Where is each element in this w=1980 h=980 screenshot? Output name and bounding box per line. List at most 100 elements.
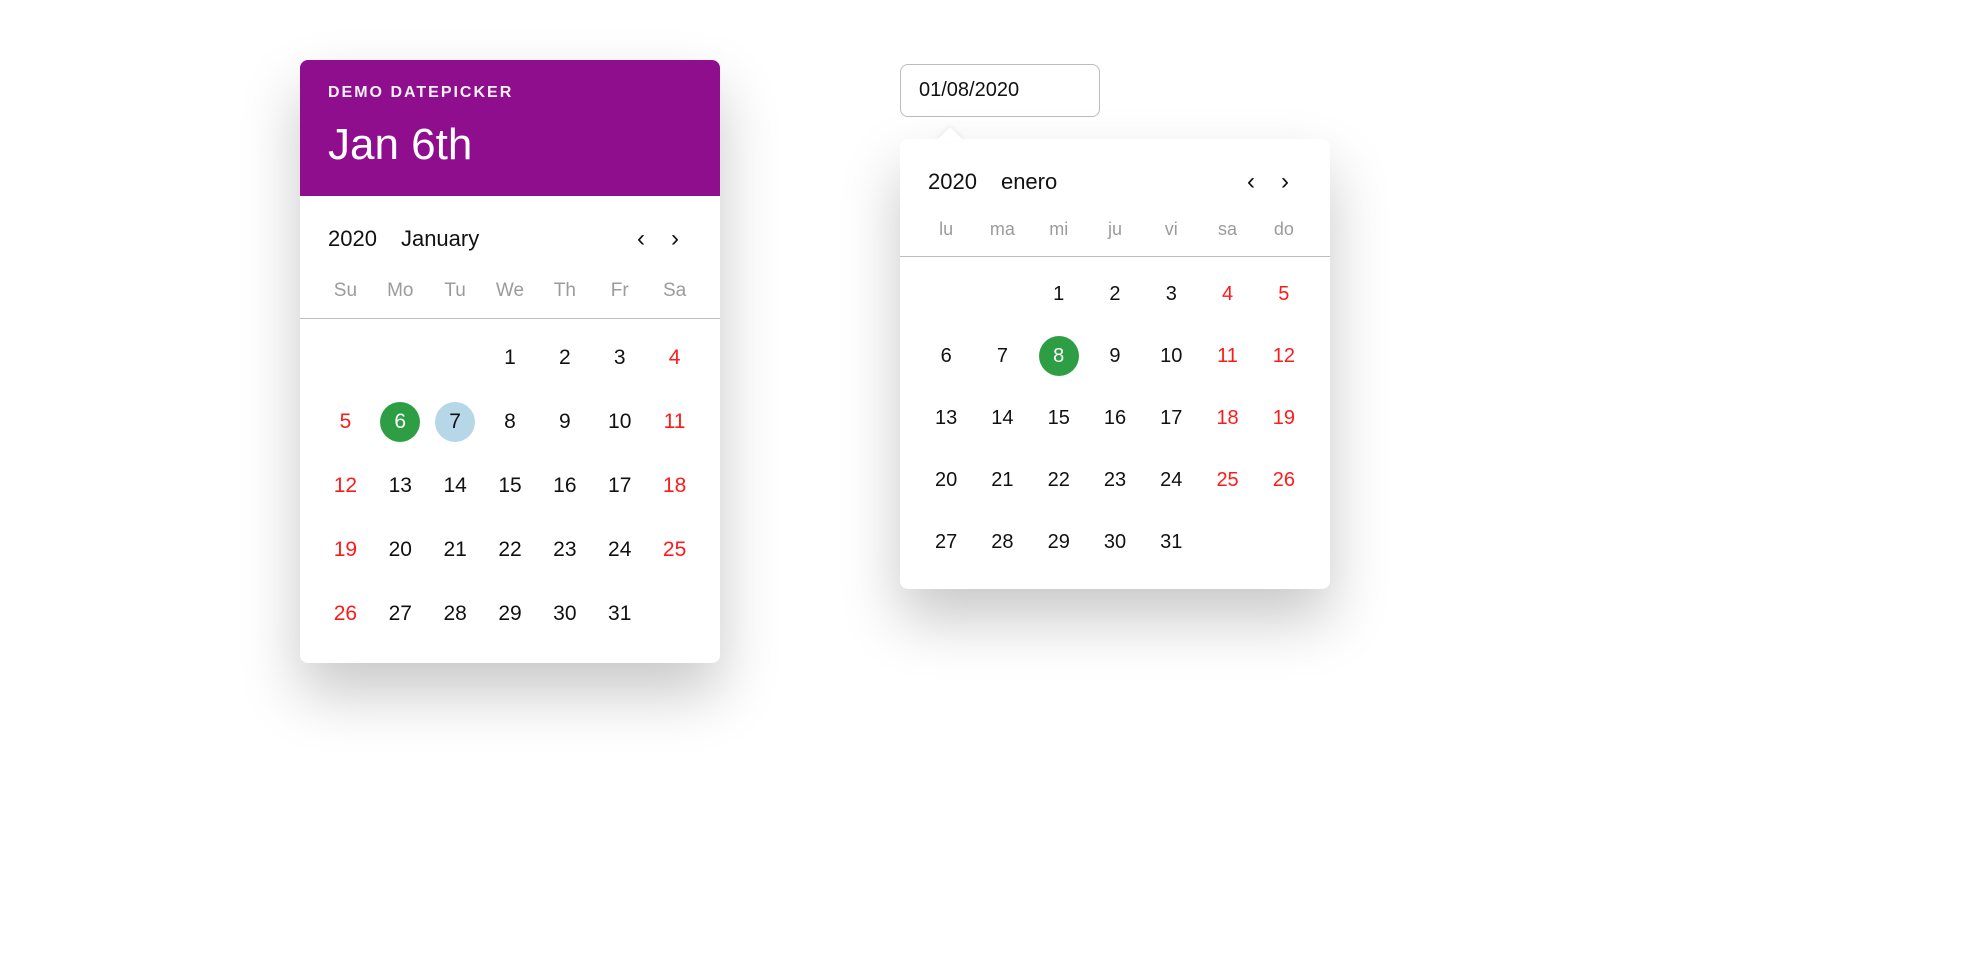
calendar-day[interactable]: 19 (1256, 397, 1312, 439)
calendar-day[interactable]: 28 (974, 521, 1030, 563)
calendar-day[interactable]: 31 (1143, 521, 1199, 563)
calendar-day[interactable]: 13 (918, 397, 974, 439)
day-number: 17 (608, 474, 631, 498)
calendar-day[interactable]: 20 (918, 459, 974, 501)
calendar-day-empty (974, 273, 1030, 315)
day-number: 31 (608, 602, 631, 626)
day-number: 24 (1160, 469, 1182, 492)
day-number: 12 (1273, 345, 1295, 368)
calendar-day[interactable]: 17 (1143, 397, 1199, 439)
calendar-day[interactable]: 4 (1199, 273, 1255, 315)
calendar-day[interactable]: 11 (1199, 335, 1255, 377)
calendar-day[interactable]: 2 (1087, 273, 1143, 315)
calendar-day[interactable]: 6 (373, 401, 428, 443)
day-number: 6 (941, 345, 952, 368)
calendar-day[interactable]: 30 (1087, 521, 1143, 563)
calendar-day[interactable]: 22 (1031, 459, 1087, 501)
day-number: 15 (498, 474, 521, 498)
day-number: 20 (389, 538, 412, 562)
day-number: 28 (991, 531, 1013, 554)
day-number: 23 (1104, 469, 1126, 492)
calendar-day[interactable]: 27 (373, 593, 428, 635)
month-selector[interactable]: enero (1001, 169, 1234, 195)
calendar-day[interactable]: 26 (1256, 459, 1312, 501)
day-number: 28 (443, 602, 466, 626)
calendar-day[interactable]: 22 (483, 529, 538, 571)
calendar-day[interactable]: 7 (428, 401, 483, 443)
calendar-day[interactable]: 11 (647, 401, 702, 443)
calendar-day[interactable]: 20 (373, 529, 428, 571)
calendar-day[interactable]: 27 (918, 521, 974, 563)
calendar-day[interactable]: 14 (974, 397, 1030, 439)
calendar-day[interactable]: 26 (318, 593, 373, 635)
day-number: 18 (1216, 407, 1238, 430)
calendar-day[interactable]: 30 (537, 593, 592, 635)
day-number: 3 (1166, 283, 1177, 306)
calendar-day[interactable]: 6 (918, 335, 974, 377)
calendar-day[interactable]: 1 (483, 337, 538, 379)
calendar-week-row: 19 20 2122232425 (318, 529, 702, 571)
calendar-day-empty (373, 337, 428, 379)
year-selector[interactable]: 2020 (928, 169, 977, 195)
calendar-day[interactable]: 3 (1143, 273, 1199, 315)
calendar-day[interactable]: 2 (537, 337, 592, 379)
calendar-day[interactable]: 18 (647, 465, 702, 507)
calendar-day[interactable]: 24 (1143, 459, 1199, 501)
calendar-day[interactable]: 15 (1031, 397, 1087, 439)
calendar-day[interactable]: 5 (318, 401, 373, 443)
calendar-day[interactable]: 19 (318, 529, 373, 571)
calendar-day[interactable]: 24 (592, 529, 647, 571)
calendar-day[interactable]: 25 (1199, 459, 1255, 501)
day-number: 1 (1053, 283, 1064, 306)
calendar-day[interactable]: 1 (1031, 273, 1087, 315)
weekday-label: Mo (373, 274, 428, 308)
calendar-day[interactable]: 18 (1199, 397, 1255, 439)
calendar-day[interactable]: 14 (428, 465, 483, 507)
date-input[interactable] (900, 64, 1100, 117)
calendar-day[interactable]: 12 (1256, 335, 1312, 377)
calendar-week-row: 67891011 12 (918, 335, 1312, 377)
calendar-day[interactable]: 21 (974, 459, 1030, 501)
next-month-button[interactable]: › (658, 222, 692, 256)
calendar-day[interactable]: 29 (1031, 521, 1087, 563)
calendar-day[interactable]: 31 (592, 593, 647, 635)
year-selector[interactable]: 2020 (328, 226, 377, 252)
calendar-day[interactable]: 10 (1143, 335, 1199, 377)
calendar-day[interactable]: 28 (428, 593, 483, 635)
weekday-label: Th (537, 274, 592, 308)
month-selector[interactable]: January (401, 226, 624, 252)
prev-month-button[interactable]: ‹ (624, 222, 658, 256)
calendar-week-row: 20 21 22 23 24 2526 (918, 459, 1312, 501)
calendar-day[interactable]: 7 (974, 335, 1030, 377)
weekday-label: lu (918, 213, 974, 246)
day-number: 21 (991, 469, 1013, 492)
calendar-day[interactable]: 3 (592, 337, 647, 379)
calendar-day[interactable]: 23 (1087, 459, 1143, 501)
calendar-day[interactable]: 12 (318, 465, 373, 507)
weekday-label: Fr (592, 274, 647, 308)
calendar-day[interactable]: 16 (537, 465, 592, 507)
calendar-day[interactable]: 25 (647, 529, 702, 571)
day-number: 31 (1160, 531, 1182, 554)
next-month-button[interactable]: › (1268, 165, 1302, 199)
calendar-day[interactable]: 15 (483, 465, 538, 507)
day-number: 30 (553, 602, 576, 626)
calendar-day[interactable]: 13 (373, 465, 428, 507)
calendar-day[interactable]: 16 (1087, 397, 1143, 439)
calendar-day[interactable]: 9 (537, 401, 592, 443)
prev-month-button[interactable]: ‹ (1234, 165, 1268, 199)
calendar-day[interactable]: 10 (592, 401, 647, 443)
calendar-day[interactable]: 8 (1031, 335, 1087, 377)
calendar-day-empty (1256, 521, 1312, 563)
calendar-day[interactable]: 8 (483, 401, 538, 443)
calendar-day[interactable]: 23 (537, 529, 592, 571)
calendar-day[interactable]: 5 (1256, 273, 1312, 315)
calendar-day[interactable]: 21 (428, 529, 483, 571)
weekday-label: ju (1087, 213, 1143, 246)
calendar-day[interactable]: 17 (592, 465, 647, 507)
day-number: 8 (504, 410, 516, 434)
calendar-day[interactable]: 29 (483, 593, 538, 635)
calendar-day[interactable]: 9 (1087, 335, 1143, 377)
calendar-week-row: 1234 (318, 337, 702, 379)
calendar-day[interactable]: 4 (647, 337, 702, 379)
